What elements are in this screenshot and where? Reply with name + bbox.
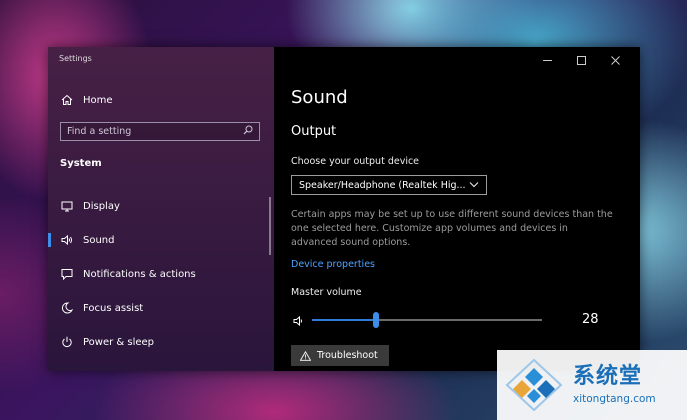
sidebar-item-sound[interactable]: Sound — [48, 227, 274, 253]
settings-sidebar: Settings Home Find a setting System Disp… — [48, 47, 274, 371]
device-properties-link[interactable]: Device properties — [291, 259, 375, 270]
sidebar-item-label: Notifications & actions — [83, 268, 196, 280]
maximize-icon — [576, 55, 586, 65]
close-icon — [610, 55, 620, 65]
sidebar-item-label: Home — [83, 94, 113, 106]
output-device-label: Choose your output device — [291, 156, 420, 167]
watermark-logo — [505, 358, 563, 412]
watermark-brand-cn: 系统堂 — [573, 364, 643, 389]
sidebar-item-label: Focus assist — [83, 302, 144, 314]
volume-slider-fill — [312, 319, 377, 321]
output-device-dropdown[interactable]: Speaker/Headphone (Realtek Hig... — [291, 175, 487, 195]
sidebar-scrollbar[interactable] — [269, 197, 271, 255]
output-description: Certain apps may be set up to use differ… — [291, 209, 613, 248]
sidebar-item-home[interactable]: Home — [48, 87, 274, 113]
close-button[interactable] — [598, 51, 632, 69]
search-icon — [243, 125, 253, 138]
watermark-brand-en: xitongtang.com — [573, 393, 656, 405]
watermark: 系统堂 xitongtang.com — [497, 350, 687, 420]
sidebar-item-notifications[interactable]: Notifications & actions — [48, 261, 274, 287]
warning-icon — [300, 350, 311, 361]
home-icon — [60, 93, 74, 107]
sidebar-item-label: Power & sleep — [83, 336, 155, 348]
notification-icon — [60, 267, 74, 281]
selection-indicator — [48, 233, 51, 247]
sidebar-item-label: Sound — [83, 234, 115, 246]
maximize-button[interactable] — [564, 51, 598, 69]
troubleshoot-button[interactable]: Troubleshoot — [291, 345, 389, 366]
sidebar-item-focus-assist[interactable]: Focus assist — [48, 295, 274, 321]
power-icon — [60, 335, 74, 349]
master-volume-slider[interactable] — [312, 312, 542, 328]
minimize-icon — [542, 59, 552, 61]
moon-icon — [60, 301, 74, 315]
search-input[interactable]: Find a setting — [60, 122, 260, 141]
app-title: Settings — [59, 54, 92, 63]
search-placeholder: Find a setting — [67, 126, 132, 137]
volume-slider-thumb[interactable] — [373, 312, 380, 328]
troubleshoot-label: Troubleshoot — [317, 350, 378, 361]
volume-value: 28 — [582, 312, 599, 327]
chevron-down-icon — [469, 180, 479, 191]
speaker-volume-icon[interactable] — [293, 315, 305, 327]
section-header-system: System — [60, 158, 102, 169]
page-title: Sound — [291, 87, 348, 108]
sound-page: Sound Output Choose your output device S… — [274, 47, 640, 371]
minimize-button[interactable] — [530, 51, 564, 69]
sidebar-item-label: Display — [83, 200, 120, 212]
sidebar-item-display[interactable]: Display — [48, 193, 274, 219]
section-title-output: Output — [291, 124, 337, 139]
monitor-icon — [60, 199, 74, 213]
sidebar-item-power-sleep[interactable]: Power & sleep — [48, 329, 274, 355]
settings-window: Settings Home Find a setting System Disp… — [48, 47, 640, 371]
output-device-value: Speaker/Headphone (Realtek Hig... — [299, 179, 466, 191]
master-volume-label: Master volume — [291, 287, 362, 298]
speaker-icon — [60, 233, 74, 247]
